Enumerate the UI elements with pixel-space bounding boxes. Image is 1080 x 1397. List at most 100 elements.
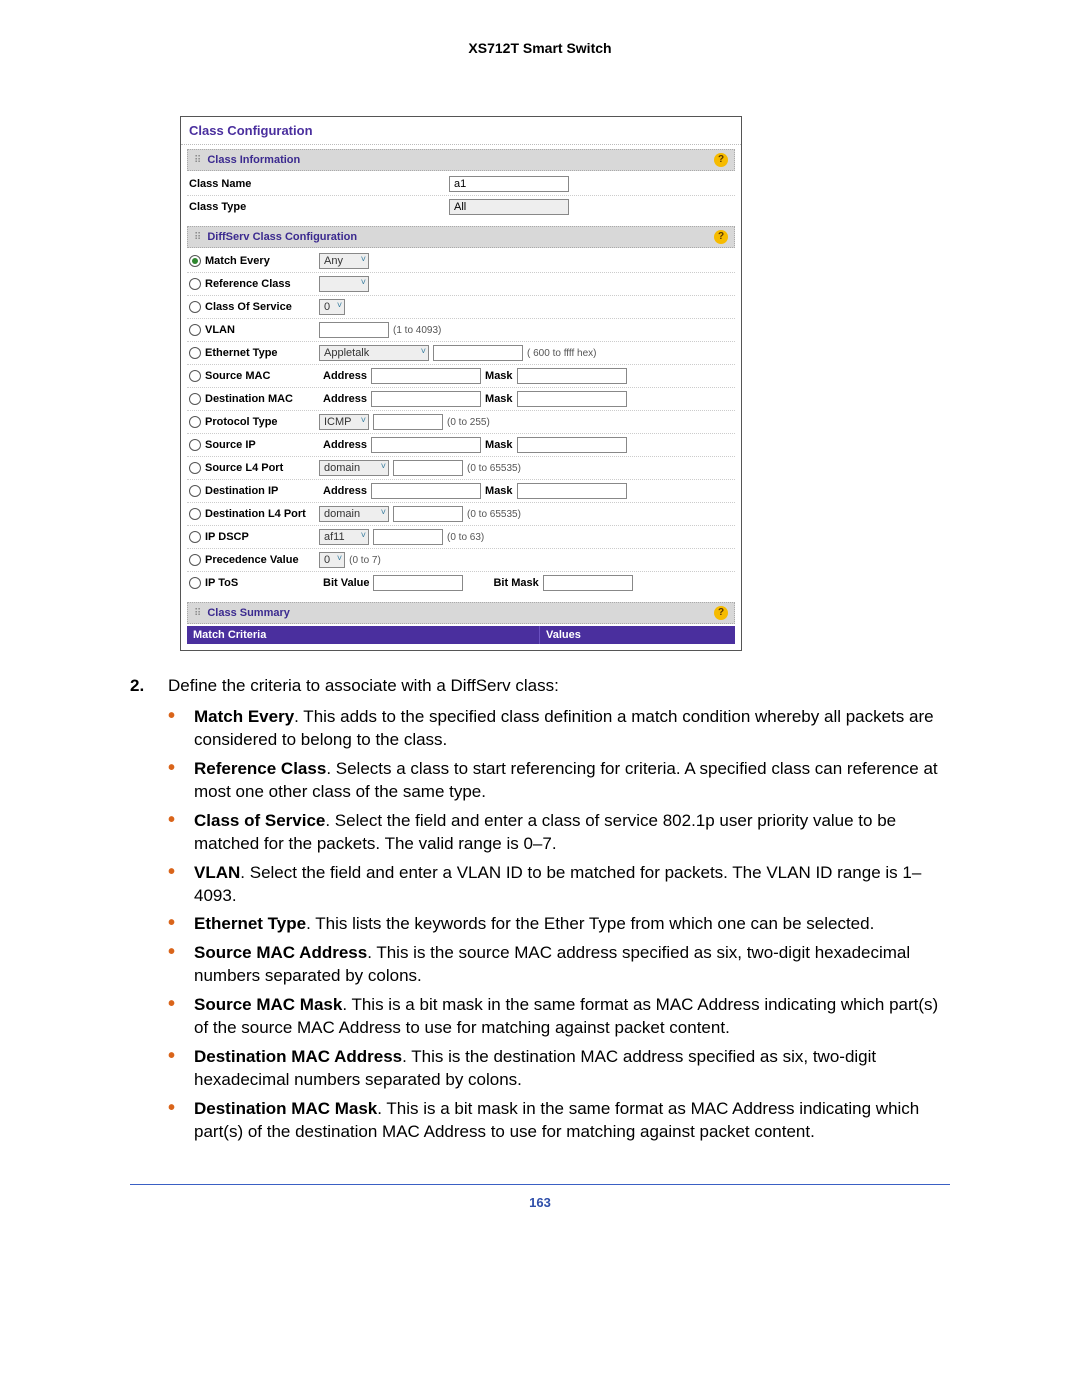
radio-vlan[interactable] (189, 324, 201, 336)
select-ethernet-type[interactable]: Appletalk (319, 345, 429, 361)
help-icon[interactable]: ? (714, 153, 728, 167)
select-reference-class[interactable] (319, 276, 369, 292)
select-dest-l4[interactable]: domain (319, 506, 389, 522)
radio-ip-tos[interactable] (189, 577, 201, 589)
radio-ethernet-type[interactable] (189, 347, 201, 359)
row-label: IP DSCP (205, 531, 249, 543)
bullet-class-of-service: Class of Service. Select the field and e… (168, 810, 950, 856)
row-label: Source L4 Port (205, 462, 283, 474)
sublabel-address: Address (323, 439, 367, 451)
input-source-mac-addr[interactable] (371, 368, 481, 384)
help-icon[interactable]: ? (714, 606, 728, 620)
radio-precedence[interactable] (189, 554, 201, 566)
step-text: Define the criteria to associate with a … (168, 675, 559, 698)
row-label: Protocol Type (205, 416, 278, 428)
input-source-ip-addr[interactable] (371, 437, 481, 453)
input-protocol-type[interactable] (373, 414, 443, 430)
radio-source-mac[interactable] (189, 370, 201, 382)
bullet-vlan: VLAN. Select the field and enter a VLAN … (168, 862, 950, 908)
input-source-l4[interactable] (393, 460, 463, 476)
section-bar-summary: ⠿ Class Summary ? (187, 602, 735, 624)
row-label: Destination MAC (205, 393, 293, 405)
bullet-reference-class: Reference Class. Selects a class to star… (168, 758, 950, 804)
select-match-every[interactable]: Any (319, 253, 369, 269)
row-label: Source IP (205, 439, 256, 451)
sublabel-bit-mask: Bit Mask (493, 577, 538, 589)
radio-reference-class[interactable] (189, 278, 201, 290)
sublabel-mask: Mask (485, 439, 513, 451)
grip-icon: ⠿ (194, 155, 201, 166)
sublabel-address: Address (323, 370, 367, 382)
radio-match-every[interactable] (189, 255, 201, 267)
input-dest-mac-mask[interactable] (517, 391, 627, 407)
bullet-list: Match Every. This adds to the specified … (168, 706, 950, 1144)
row-label: VLAN (205, 324, 235, 336)
sublabel-address: Address (323, 393, 367, 405)
sublabel-address: Address (323, 485, 367, 497)
hint-ip-dscp: (0 to 63) (447, 532, 484, 543)
select-cos[interactable]: 0 (319, 299, 345, 315)
radio-dest-ip[interactable] (189, 485, 201, 497)
panel-title: Class Configuration (181, 117, 741, 145)
bullet-ethernet-type: Ethernet Type. This lists the keywords f… (168, 913, 950, 936)
footer-rule (130, 1184, 950, 1185)
class-type-value: All (449, 199, 569, 215)
input-dest-ip-mask[interactable] (517, 483, 627, 499)
radio-dest-l4[interactable] (189, 508, 201, 520)
screenshot-panel: Class Configuration ⠿ Class Information … (180, 116, 742, 651)
radio-ip-dscp[interactable] (189, 531, 201, 543)
class-type-label: Class Type (189, 201, 319, 213)
class-name-label: Class Name (189, 178, 319, 190)
hint-dest-l4: (0 to 65535) (467, 509, 521, 520)
sublabel-mask: Mask (485, 393, 513, 405)
row-label: Match Every (205, 255, 270, 267)
radio-source-ip[interactable] (189, 439, 201, 451)
bullet-source-mac-mask: Source MAC Mask. This is a bit mask in t… (168, 994, 950, 1040)
row-label: Precedence Value (205, 554, 299, 566)
select-ip-dscp[interactable]: af11 (319, 529, 369, 545)
section-title: Class Summary (207, 607, 290, 619)
section-title: Class Information (207, 154, 300, 166)
hint-protocol: (0 to 255) (447, 417, 490, 428)
row-label: Reference Class (205, 278, 291, 290)
radio-dest-mac[interactable] (189, 393, 201, 405)
sublabel-mask: Mask (485, 370, 513, 382)
input-dest-ip-addr[interactable] (371, 483, 481, 499)
row-label: IP ToS (205, 577, 238, 589)
radio-cos[interactable] (189, 301, 201, 313)
input-ethernet-type[interactable] (433, 345, 523, 361)
class-name-value[interactable]: a1 (449, 176, 569, 192)
bullet-dest-mac-address: Destination MAC Address. This is the des… (168, 1046, 950, 1092)
row-label: Class Of Service (205, 301, 292, 313)
select-source-l4[interactable]: domain (319, 460, 389, 476)
summary-col-values: Values (540, 626, 735, 644)
row-label: Destination IP (205, 485, 278, 497)
row-label: Destination L4 Port (205, 508, 306, 520)
input-tos-bitvalue[interactable] (373, 575, 463, 591)
summary-col-match: Match Criteria (187, 626, 540, 644)
input-source-mac-mask[interactable] (517, 368, 627, 384)
hint-ethernet-type: ( 600 to ffff hex) (527, 348, 597, 359)
input-source-ip-mask[interactable] (517, 437, 627, 453)
help-icon[interactable]: ? (714, 230, 728, 244)
input-ip-dscp[interactable] (373, 529, 443, 545)
select-protocol-type[interactable]: ICMP (319, 414, 369, 430)
row-label: Ethernet Type (205, 347, 278, 359)
bullet-match-every: Match Every. This adds to the specified … (168, 706, 950, 752)
radio-protocol-type[interactable] (189, 416, 201, 428)
input-vlan[interactable] (319, 322, 389, 338)
section-bar-class-info: ⠿ Class Information ? (187, 149, 735, 171)
hint-source-l4: (0 to 65535) (467, 463, 521, 474)
sublabel-mask: Mask (485, 485, 513, 497)
hint-vlan: (1 to 4093) (393, 325, 441, 336)
input-tos-bitmask[interactable] (543, 575, 633, 591)
hint-precedence: (0 to 7) (349, 555, 381, 566)
input-dest-l4[interactable] (393, 506, 463, 522)
row-label: Source MAC (205, 370, 270, 382)
radio-source-l4[interactable] (189, 462, 201, 474)
grip-icon: ⠿ (194, 608, 201, 619)
input-dest-mac-addr[interactable] (371, 391, 481, 407)
select-precedence[interactable]: 0 (319, 552, 345, 568)
page-number: 163 (130, 1195, 950, 1210)
step-number: 2. (130, 675, 168, 698)
